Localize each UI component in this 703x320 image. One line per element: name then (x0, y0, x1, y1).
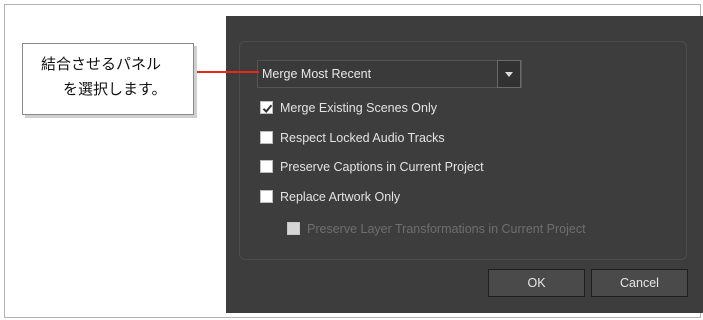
cancel-button[interactable]: Cancel (591, 269, 688, 297)
option-label: Preserve Captions in Current Project (280, 160, 484, 174)
ok-button[interactable]: OK (488, 269, 585, 297)
checkbox-replace-artwork[interactable] (260, 190, 273, 203)
callout-line-2: を選択します。 (63, 80, 167, 98)
option-label: Merge Existing Scenes Only (280, 101, 438, 115)
checkmark-icon (262, 104, 273, 113)
merge-mode-select[interactable]: Merge Most Recent (257, 60, 522, 88)
callout-box: 結合させるパネル を選択します。 (22, 43, 194, 115)
checkbox-preserve-layer-transformations (287, 222, 300, 235)
merge-mode-value: Merge Most Recent (262, 67, 372, 81)
option-label: Replace Artwork Only (280, 190, 401, 204)
chevron-down-icon[interactable] (497, 60, 521, 88)
checkbox-respect-locked-audio[interactable] (260, 131, 273, 144)
option-label: Respect Locked Audio Tracks (280, 131, 445, 145)
callout-pointer-line (193, 71, 259, 73)
checkbox-merge-existing-scenes[interactable] (260, 101, 273, 114)
option-label: Preserve Layer Transformations in Curren… (307, 222, 586, 236)
merge-dialog: Merge Most Recent Merge Existing Scenes … (226, 16, 703, 313)
checkbox-preserve-captions[interactable] (260, 160, 273, 173)
callout-line-1: 結合させるパネル (41, 55, 162, 73)
